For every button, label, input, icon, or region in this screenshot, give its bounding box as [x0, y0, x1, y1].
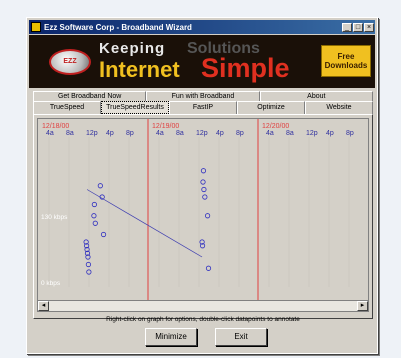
y-axis-label: 130 kbps [41, 214, 68, 221]
free-downloads-button[interactable]: Free Downloads [321, 45, 371, 77]
graph-hint-text: Right-click on graph for options, double… [106, 316, 300, 323]
speed-data-point [100, 231, 107, 238]
scroll-left-button[interactable]: ◂ [38, 301, 49, 311]
banner-text-internet: Internet [99, 57, 180, 82]
tab-fastip[interactable]: FastIP [169, 101, 237, 114]
hour-tick-label: 12p [196, 130, 208, 137]
company-logo: EZZ [49, 49, 91, 75]
tab-website[interactable]: Website [305, 101, 373, 114]
exit-button[interactable]: Exit [215, 328, 267, 346]
speed-data-point [200, 168, 207, 174]
day-label: 12/20/00 [262, 123, 289, 130]
hour-tick-label: 12p [306, 130, 318, 137]
window-title: Ezz Software Corp - Broadband Wizard [44, 22, 192, 32]
hour-tick-label: 8a [66, 130, 74, 137]
banner-text-keeping: Keeping [99, 40, 166, 57]
hour-tick-label: 12p [86, 130, 98, 137]
speed-data-point [204, 213, 211, 219]
graph-scrollbar[interactable]: ◂ ▸ [37, 300, 369, 312]
minimize-window-button[interactable]: _ [342, 22, 352, 32]
speed-data-point [200, 179, 206, 185]
speed-graph[interactable]: 12/18/00 12/19/00 12/20/00 4a 8a 12p 4p 8p 4a 8a 1… [37, 118, 369, 308]
tab-truespeed-results[interactable]: TrueSpeedResults [101, 101, 169, 114]
maximize-window-button[interactable]: □ [353, 22, 363, 32]
title-bar: Ezz Software Corp - Broadband Wizard _ □… [29, 20, 375, 34]
hour-tick-label: 4a [266, 130, 274, 137]
speed-data-point [91, 213, 97, 219]
tab-row-bottom: TrueSpeed TrueSpeedResults FastIP Optimi… [33, 101, 373, 114]
scroll-right-button[interactable]: ▸ [357, 301, 368, 311]
speed-data-point [85, 261, 92, 268]
speed-data-point [205, 265, 212, 271]
speed-graph-canvas[interactable]: 12/18/00 12/19/00 12/20/004a 8a 12p 4p 8p 4a 8a 1… [38, 119, 368, 301]
hour-tick-label: 4a [46, 130, 54, 137]
hour-tick-label: 4a [156, 130, 164, 137]
app-icon [31, 22, 41, 32]
hour-tick-label: 8p [346, 130, 354, 137]
minimize-button[interactable]: Minimize [145, 328, 197, 346]
main-window: Ezz Software Corp - Broadband Wizard _ □… [26, 17, 378, 354]
speed-data-point [97, 183, 103, 189]
close-window-button[interactable]: × [364, 22, 374, 32]
tab-optimize[interactable]: Optimize [237, 101, 305, 114]
y-axis-label: 0 kbps [41, 280, 61, 287]
hour-tick-label: 8p [126, 130, 134, 137]
banner-text-simple: Simple [201, 53, 290, 83]
day-label: 12/18/00 [42, 123, 69, 130]
speed-data-point [202, 194, 208, 200]
hour-tick-label: 4p [326, 130, 334, 137]
speed-data-point [92, 220, 98, 226]
brand-banner: EZZ Keeping Solutions Internet Simple Fr… [29, 35, 375, 88]
hour-tick-label: 8a [286, 130, 294, 137]
day-label: 12/19/00 [152, 123, 179, 130]
tab-truespeed[interactable]: TrueSpeed [33, 101, 101, 114]
hour-tick-label: 8a [176, 130, 184, 137]
hour-tick-label: 4p [106, 130, 114, 137]
hour-tick-label: 4p [216, 130, 224, 137]
hour-tick-label: 8p [236, 130, 244, 137]
connector-line [86, 189, 203, 258]
speed-data-point [91, 201, 97, 208]
speed-data-point [201, 186, 207, 193]
